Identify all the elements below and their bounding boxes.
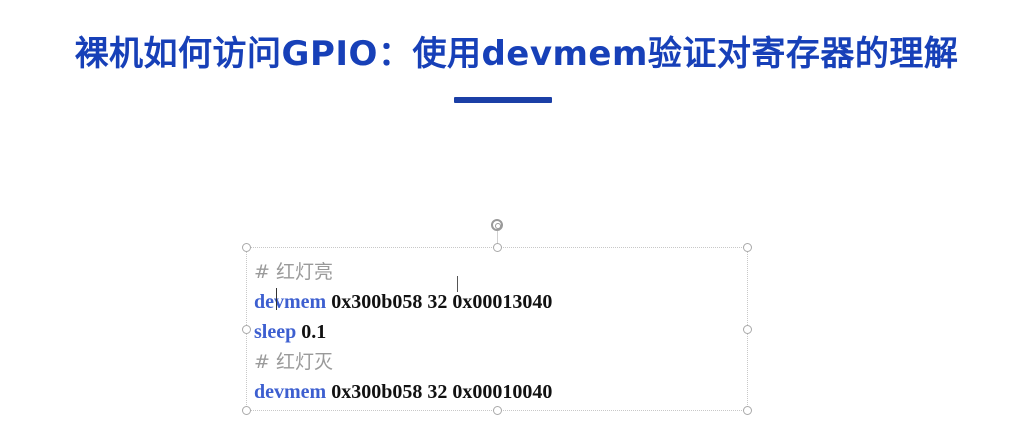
code-line-comment-red-on: # 红灯亮 <box>254 256 734 286</box>
command-keyword: devmem <box>254 381 327 403</box>
code-line-sleep: sleep 0.1 <box>254 316 734 346</box>
text-caret-icon <box>276 288 277 310</box>
code-lines[interactable]: # 红灯亮 devmem 0x300b058 32 0x00013040 sle… <box>254 256 734 406</box>
comment-text: # 红灯灭 <box>254 351 333 373</box>
command-args: 0x300b058 32 0x00013040 <box>326 291 553 313</box>
code-line-devmem-on: devmem 0x300b058 32 0x00013040 <box>254 286 734 316</box>
resize-handle-top-left[interactable] <box>242 243 251 252</box>
resize-handle-top-middle[interactable] <box>493 243 502 252</box>
command-args: 0x300b058 32 0x00010040 <box>326 381 553 403</box>
resize-handle-bottom-right[interactable] <box>743 406 752 415</box>
ibeam-cursor-icon <box>457 276 458 292</box>
resize-handle-top-right[interactable] <box>743 243 752 252</box>
command-keyword: devmem <box>254 291 327 313</box>
code-line-comment-red-off: # 红灯灭 <box>254 346 734 376</box>
resize-handle-bottom-middle[interactable] <box>493 406 502 415</box>
command-args: 0.1 <box>296 321 327 343</box>
slide-title: 裸机如何访问GPIO：使用devmem验证对寄存器的理解 <box>74 34 959 74</box>
command-keyword: sleep <box>254 321 297 343</box>
code-line-devmem-off: devmem 0x300b058 32 0x00010040 <box>254 376 734 406</box>
resize-handle-middle-left[interactable] <box>242 325 251 334</box>
resize-handle-bottom-left[interactable] <box>242 406 251 415</box>
comment-text: # 红灯亮 <box>254 261 333 283</box>
title-underline <box>454 97 552 103</box>
rotate-handle-icon[interactable] <box>491 219 503 231</box>
resize-handle-middle-right[interactable] <box>743 325 752 334</box>
